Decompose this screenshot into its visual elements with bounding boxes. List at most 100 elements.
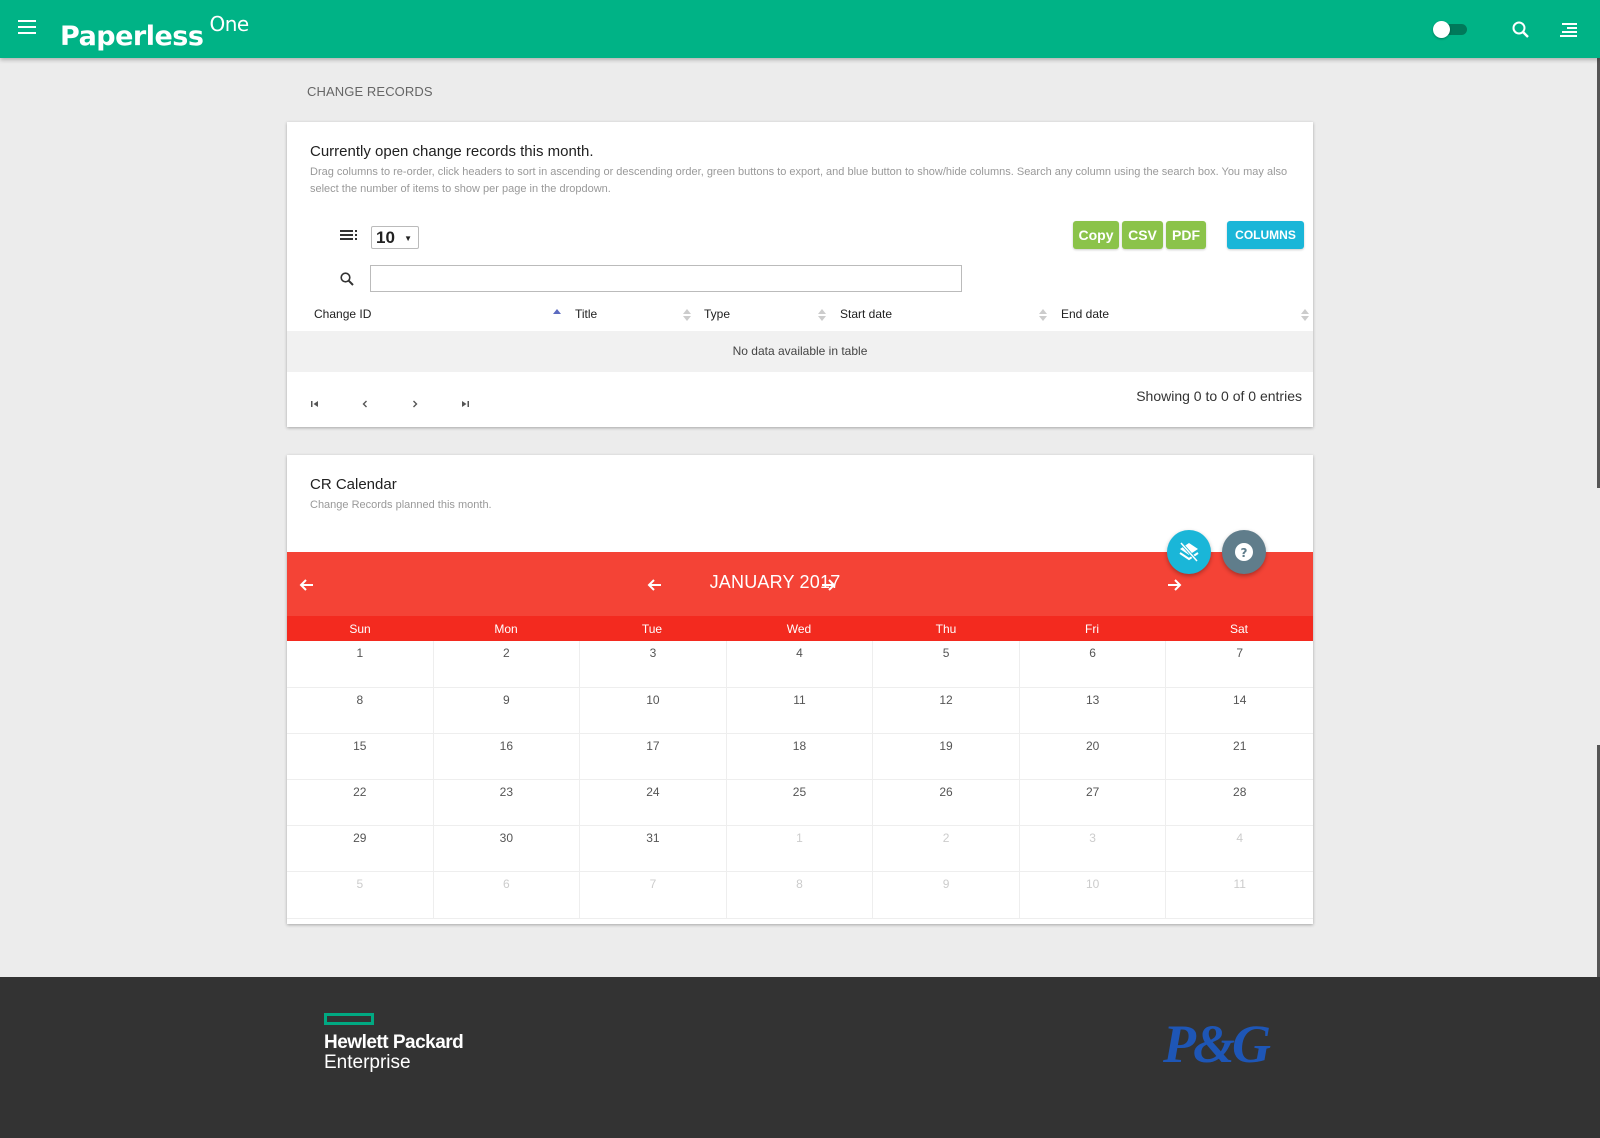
calendar-day[interactable]: 26 bbox=[873, 780, 1020, 826]
next-month-icon[interactable] bbox=[820, 577, 836, 593]
calendar-day[interactable]: 16 bbox=[433, 734, 581, 780]
arrow-left-icon[interactable] bbox=[299, 577, 315, 593]
calendar-day[interactable]: 9 bbox=[433, 688, 581, 734]
calendar-day[interactable]: 22 bbox=[287, 780, 434, 826]
list-icon[interactable] bbox=[1559, 21, 1579, 39]
column-header-end-date[interactable]: End date bbox=[1061, 307, 1109, 321]
weekday-label: Tue bbox=[641, 622, 663, 636]
sort-icon bbox=[1039, 309, 1047, 321]
app-brand[interactable]: Paperless One bbox=[60, 12, 249, 52]
calendar-day[interactable]: 10 bbox=[580, 688, 727, 734]
empty-table-message: No data available in table bbox=[287, 331, 1313, 372]
calendar-day[interactable]: 1 bbox=[287, 641, 434, 688]
calendar-header: JANUARY 2017 bbox=[287, 552, 1313, 616]
sort-icon bbox=[683, 309, 691, 321]
card-description: Drag columns to re-order, click headers … bbox=[310, 166, 1288, 195]
calendar-day[interactable]: 6 bbox=[1019, 641, 1167, 688]
search-icon[interactable] bbox=[1511, 20, 1531, 40]
calendar-day[interactable]: 1 bbox=[726, 826, 874, 872]
calendar-day[interactable]: 11 bbox=[1166, 872, 1313, 919]
column-header-type[interactable]: Type bbox=[704, 307, 730, 321]
change-records-card: Currently open change records this month… bbox=[287, 122, 1313, 427]
calendar-day[interactable]: 11 bbox=[726, 688, 874, 734]
calendar-day[interactable]: 2 bbox=[433, 641, 581, 688]
weekday-label: Mon bbox=[494, 622, 518, 636]
calendar-day[interactable]: 10 bbox=[1019, 872, 1167, 919]
calendar-day[interactable]: 7 bbox=[1166, 641, 1313, 688]
page-length-icon bbox=[340, 228, 360, 244]
hpe-logo: Hewlett Packard Enterprise bbox=[324, 1013, 464, 1073]
columns-button[interactable]: COLUMNS bbox=[1227, 221, 1304, 249]
previous-month-icon[interactable] bbox=[647, 577, 663, 593]
hpe-logo-line2: Enterprise bbox=[324, 1052, 411, 1073]
calendar-day[interactable]: 4 bbox=[1166, 826, 1313, 872]
calendar-day[interactable]: 7 bbox=[580, 872, 727, 919]
pg-logo: P&G bbox=[1163, 1014, 1271, 1074]
calendar-day[interactable]: 14 bbox=[1166, 688, 1313, 734]
page-length-value: 10 bbox=[376, 228, 395, 247]
sort-icon bbox=[1301, 309, 1309, 321]
search-icon bbox=[339, 271, 355, 287]
previous-page-icon[interactable] bbox=[358, 397, 372, 409]
theme-toggle[interactable] bbox=[1433, 21, 1469, 38]
calendar-day[interactable]: 3 bbox=[1019, 826, 1167, 872]
calendar-day[interactable]: 4 bbox=[726, 641, 874, 688]
calendar-day[interactable]: 24 bbox=[580, 780, 727, 826]
calendar-day[interactable]: 5 bbox=[873, 641, 1020, 688]
calendar-day[interactable]: 31 bbox=[580, 826, 727, 872]
calendar-day[interactable]: 23 bbox=[433, 780, 581, 826]
page-length-select[interactable]: 10 ▼ bbox=[371, 226, 419, 249]
brand-suffix: One bbox=[209, 12, 249, 36]
calendar-day[interactable]: 21 bbox=[1166, 734, 1313, 780]
weekday-bar: Sun Mon Tue Wed Thu Fri Sat bbox=[287, 616, 1313, 641]
calendar-day[interactable]: 8 bbox=[726, 872, 874, 919]
calendar-day[interactable]: 6 bbox=[433, 872, 581, 919]
layers-off-button[interactable] bbox=[1167, 530, 1211, 574]
calendar-day[interactable]: 20 bbox=[1019, 734, 1167, 780]
column-header-title[interactable]: Title bbox=[575, 307, 597, 321]
arrow-right-icon[interactable] bbox=[1166, 577, 1182, 593]
table-info: Showing 0 to 0 of 0 entries bbox=[1136, 388, 1302, 404]
calendar-day[interactable]: 25 bbox=[726, 780, 874, 826]
calendar-day[interactable]: 27 bbox=[1019, 780, 1167, 826]
next-page-icon[interactable] bbox=[408, 397, 422, 409]
calendar-day[interactable]: 3 bbox=[580, 641, 727, 688]
calendar-day[interactable]: 18 bbox=[726, 734, 874, 780]
calendar-day[interactable]: 2 bbox=[873, 826, 1020, 872]
calendar-day[interactable]: 12 bbox=[873, 688, 1020, 734]
table-search-input[interactable] bbox=[370, 265, 962, 292]
calendar-day[interactable]: 17 bbox=[580, 734, 727, 780]
layers-off-icon bbox=[1179, 542, 1199, 562]
column-header-start-date[interactable]: Start date bbox=[840, 307, 892, 321]
menu-icon[interactable] bbox=[18, 20, 36, 34]
weekday-label: Fri bbox=[1085, 622, 1099, 636]
card-title: Currently open change records this month… bbox=[310, 143, 594, 160]
calendar-day[interactable]: 15 bbox=[287, 734, 434, 780]
hpe-logo-line1: Hewlett Packard bbox=[324, 1032, 464, 1053]
top-app-bar: Paperless One bbox=[0, 0, 1600, 58]
calendar-day[interactable]: 19 bbox=[873, 734, 1020, 780]
last-page-icon[interactable] bbox=[458, 397, 472, 409]
copy-button[interactable]: Copy bbox=[1073, 221, 1119, 249]
breadcrumb: CHANGE RECORDS bbox=[307, 84, 433, 99]
pdf-button[interactable]: PDF bbox=[1166, 221, 1206, 249]
help-button[interactable]: ? bbox=[1222, 530, 1266, 574]
calendar-day[interactable]: 5 bbox=[287, 872, 434, 919]
brand-name: Paperless bbox=[60, 21, 204, 52]
column-header-change-id[interactable]: Change ID bbox=[314, 307, 371, 321]
calendar-day[interactable]: 13 bbox=[1019, 688, 1167, 734]
weekday-label: Wed bbox=[786, 622, 812, 636]
calendar-day[interactable]: 30 bbox=[433, 826, 581, 872]
calendar-day[interactable]: 28 bbox=[1166, 780, 1313, 826]
footer: Hewlett Packard Enterprise P&G bbox=[0, 977, 1600, 1138]
csv-button[interactable]: CSV bbox=[1122, 221, 1163, 249]
weekday-label: Sun bbox=[349, 622, 371, 636]
calendar-day[interactable]: 9 bbox=[873, 872, 1020, 919]
card-title: CR Calendar bbox=[310, 476, 397, 493]
calendar-day[interactable]: 29 bbox=[287, 826, 434, 872]
first-page-icon[interactable] bbox=[308, 397, 322, 409]
chevron-down-icon: ▼ bbox=[404, 234, 412, 243]
svg-text:?: ? bbox=[1241, 546, 1248, 560]
weekday-label: Sat bbox=[1229, 622, 1248, 636]
calendar-day[interactable]: 8 bbox=[287, 688, 434, 734]
